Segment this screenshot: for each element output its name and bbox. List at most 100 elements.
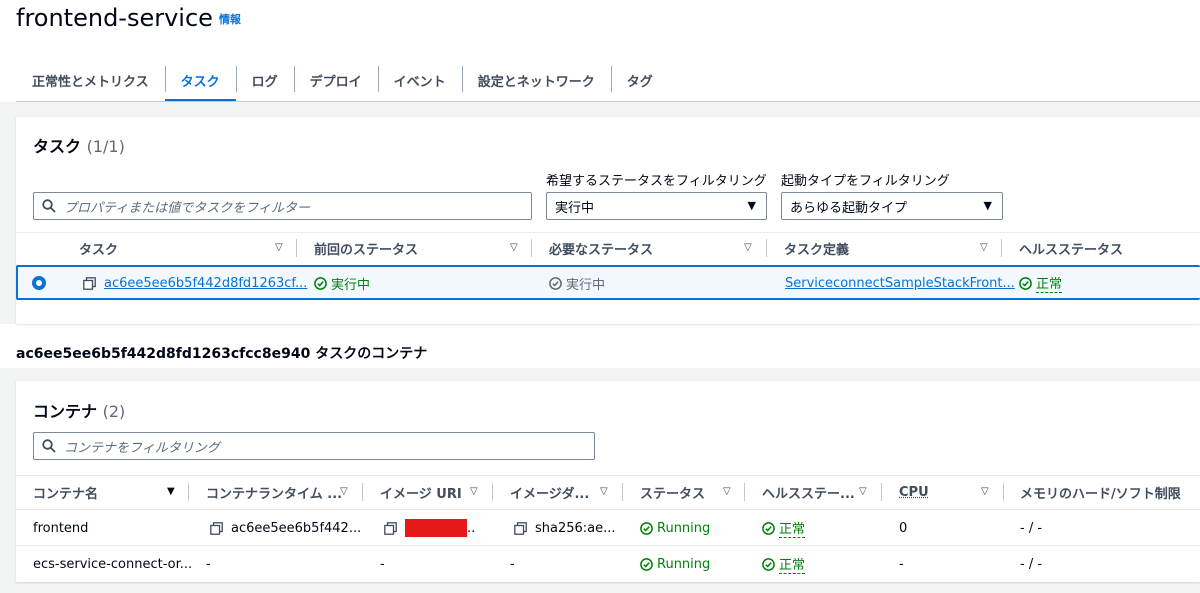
desired-status-cell: 実行中 — [549, 273, 605, 293]
status-check-icon — [549, 276, 562, 290]
cpu-cell: - — [899, 556, 904, 572]
container-search-input[interactable]: コンテナをフィルタリング — [33, 432, 595, 460]
sort-icon[interactable]: ▽ — [723, 486, 731, 497]
container-status-cell: Running — [640, 554, 710, 574]
column-divider — [188, 483, 189, 501]
tab-configuration-networking[interactable]: 設定とネットワーク — [461, 58, 611, 102]
health-status-text[interactable]: 正常 — [1036, 273, 1063, 293]
col-header-image-uri[interactable]: イメージ URI — [380, 483, 462, 502]
col-header-desired-status[interactable]: 必要なステータス — [549, 239, 653, 258]
sort-icon[interactable]: ▽ — [275, 242, 283, 253]
col-header-status[interactable]: ステータス — [640, 483, 705, 502]
column-divider — [1003, 483, 1004, 501]
column-divider — [881, 483, 882, 501]
container-status-text: Running — [657, 556, 711, 572]
container-health-cell: 正常 — [762, 518, 806, 538]
col-header-image-digest[interactable]: イメージダ... — [510, 483, 589, 502]
copy-icon[interactable] — [384, 521, 397, 535]
copy-icon[interactable] — [83, 276, 96, 290]
tab-tags[interactable]: タグ — [610, 58, 669, 102]
success-check-icon — [762, 557, 775, 571]
containers-panel-title: コンテナ (2) — [33, 402, 126, 421]
sort-icon[interactable]: ▽ — [600, 486, 608, 497]
column-divider — [622, 483, 623, 501]
container-name-cell: ecs-service-connect-or... — [33, 556, 193, 572]
success-check-icon — [314, 276, 327, 290]
page-title: frontend-service 情報 — [16, 4, 241, 32]
last-status-cell: 実行中 — [314, 273, 370, 293]
sort-desc-icon[interactable]: ▼ — [167, 486, 175, 497]
caret-down-icon: ▼ — [983, 199, 992, 212]
col-header-last-status[interactable]: 前回のステータス — [314, 239, 418, 258]
memory-cell: - / - — [1020, 556, 1043, 572]
memory-cell: - / - — [1020, 520, 1043, 536]
container-name-cell: frontend — [33, 520, 89, 536]
container-search-placeholder: コンテナをフィルタリング — [64, 440, 220, 456]
success-check-icon — [640, 521, 653, 535]
table-header-top-border — [16, 475, 1200, 476]
task-search-input[interactable]: プロパティまたは値でタスクをフィルター — [33, 192, 532, 220]
desired-status-select[interactable]: 実行中 ▼ — [546, 192, 767, 220]
task-definition-link[interactable]: ServiceconnectSampleStackFront... — [785, 276, 1015, 291]
tab-deployments[interactable]: デプロイ — [293, 58, 378, 102]
task-id-cell: ac6ee5ee6b5f442d8fd1263cf... — [83, 273, 307, 293]
container-status-text: Running — [657, 520, 711, 536]
col-header-memory-limits[interactable]: メモリのハード/ソフト制限 — [1020, 483, 1181, 502]
sort-icon[interactable]: ▽ — [980, 242, 988, 253]
row-divider — [16, 509, 1200, 510]
desired-status-value: 実行中 — [555, 200, 595, 216]
column-divider — [766, 239, 767, 257]
row-radio-button[interactable] — [32, 276, 46, 290]
container-health-text[interactable]: 正常 — [779, 554, 806, 574]
column-divider — [531, 239, 532, 257]
launch-type-select[interactable]: あらゆる起動タイプ ▼ — [781, 192, 1003, 220]
col-header-container-runtime[interactable]: コンテナランタイム ... — [206, 483, 342, 502]
row-divider — [16, 545, 1200, 546]
sort-icon[interactable]: ▽ — [510, 242, 518, 253]
column-divider — [296, 239, 297, 257]
redacted-image-uri — [405, 519, 467, 537]
image-digest-text: sha256:ae... — [535, 520, 616, 536]
last-status-text: 実行中 — [331, 277, 371, 293]
desired-status-text: 実行中 — [566, 277, 606, 293]
containers-section-heading: ac6ee5ee6b5f442d8fd1263cfcc8e940 タスクのコンテ… — [16, 346, 428, 362]
sort-icon[interactable]: ▽ — [981, 486, 989, 497]
tasks-panel-title: タスク (1/1) — [33, 137, 125, 156]
info-link[interactable]: 情報 — [219, 13, 241, 26]
image-digest-cell: - — [510, 556, 515, 572]
tab-bar: 正常性とメトリクス タスク ログ デプロイ イベント 設定とネットワーク タグ — [16, 58, 669, 102]
sort-icon[interactable]: ▽ — [340, 486, 348, 497]
tab-health-metrics[interactable]: 正常性とメトリクス — [16, 58, 165, 102]
cpu-cell: 0 — [899, 520, 908, 536]
column-divider — [362, 483, 363, 501]
success-check-icon — [640, 557, 653, 571]
container-runtime-text: ac6ee5ee6b5f442... — [231, 520, 362, 536]
containers-panel: コンテナ (2) コンテナをフィルタリング コンテナ名 ▼ コンテナランタイム … — [16, 380, 1200, 582]
sort-icon[interactable]: ▽ — [744, 242, 752, 253]
tasks-panel: タスク (1/1) 希望するステータスをフィルタリング 起動タイプをフィルタリン… — [16, 116, 1200, 324]
container-health-text[interactable]: 正常 — [779, 518, 806, 538]
copy-icon[interactable] — [210, 521, 223, 535]
task-id-link[interactable]: ac6ee5ee6b5f442d8fd1263cf... — [104, 276, 307, 291]
col-header-container-name[interactable]: コンテナ名 — [33, 483, 98, 502]
sort-icon[interactable]: ▽ — [470, 486, 478, 497]
container-status-cell: Running — [640, 518, 710, 538]
tab-tasks[interactable]: タスク — [164, 58, 236, 102]
col-header-health-status[interactable]: ヘルスステータス — [1019, 239, 1123, 258]
copy-icon[interactable] — [514, 521, 527, 535]
health-status-cell: 正常 — [1019, 273, 1063, 293]
tab-events[interactable]: イベント — [377, 58, 462, 102]
launch-type-filter-label: 起動タイプをフィルタリング — [781, 174, 950, 189]
task-definition-cell: ServiceconnectSampleStackFront... — [785, 273, 1015, 293]
tab-logs[interactable]: ログ — [235, 58, 294, 102]
search-icon — [42, 199, 56, 213]
col-header-health-status[interactable]: ヘルスステー... — [762, 483, 855, 502]
caret-down-icon: ▼ — [747, 199, 756, 212]
task-search-placeholder: プロパティまたは値でタスクをフィルター — [64, 200, 310, 216]
col-header-task-definition[interactable]: タスク定義 — [784, 239, 849, 258]
column-divider — [1001, 239, 1002, 257]
col-header-cpu[interactable]: CPU — [899, 483, 929, 501]
image-digest-cell: sha256:ae... — [514, 518, 616, 538]
col-header-task[interactable]: タスク — [79, 239, 118, 258]
sort-icon[interactable]: ▽ — [859, 486, 867, 497]
